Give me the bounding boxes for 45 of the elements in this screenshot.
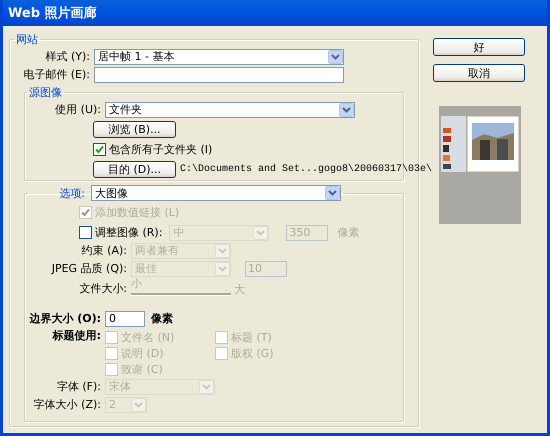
caret-icon xyxy=(325,186,340,200)
field-label: 边界大小 (O): xyxy=(28,311,102,326)
caret-icon xyxy=(253,226,268,240)
style-dropdown[interactable]: 居中帧 1 - 基本 xyxy=(94,48,344,64)
field-label: JPEG 品质 (Q): xyxy=(50,261,128,276)
browse-button[interactable]: 浏览 (B)... xyxy=(93,121,176,138)
group-title: 源图像 xyxy=(28,85,63,100)
path-text: C:\Documents and Set...gogo8\20060317\03e\ xyxy=(180,164,432,175)
checkbox-label: 包含所有子文件夹 (I) xyxy=(109,142,212,157)
ok-button[interactable]: 好 xyxy=(433,38,525,56)
field-label: 标题使用: xyxy=(51,328,102,343)
field-label: 文件大小: xyxy=(78,280,128,296)
caret-icon xyxy=(328,50,343,64)
unit-label: 像素 xyxy=(151,311,173,326)
destination-button[interactable]: 目的 (D)... xyxy=(93,161,176,178)
slider-label: 大 xyxy=(234,282,245,297)
caret-icon xyxy=(339,102,354,116)
checkbox[interactable] xyxy=(93,143,106,156)
window-title: Web 照片画廊 xyxy=(8,4,97,22)
input-field[interactable] xyxy=(94,66,344,82)
field-label: 选项: xyxy=(58,186,86,200)
field-label: 使用 (U): xyxy=(54,102,102,117)
checkbox-label: 文件名 (N) xyxy=(121,330,174,345)
options-dropdown[interactable]: 大图像 xyxy=(91,185,341,201)
input-field[interactable]: 0 xyxy=(105,310,145,326)
checkbox-label: 添加数值链接 (L) xyxy=(95,205,180,220)
checkbox-label: 标题 (T) xyxy=(231,330,272,345)
field-label: 样式 (Y): xyxy=(44,49,91,64)
slider-label: 小 xyxy=(131,276,142,291)
checkbox-label: 版权 (G) xyxy=(231,346,274,361)
field-label: 电子邮件 (E): xyxy=(22,67,91,82)
group-title: 网站 xyxy=(15,32,39,47)
caret-icon xyxy=(215,262,230,276)
field-label: 字体 (F): xyxy=(56,379,102,394)
source-dropdown[interactable]: 文件夹 xyxy=(105,102,355,118)
caret-icon xyxy=(199,380,214,394)
cancel-button[interactable]: 取消 xyxy=(433,64,525,82)
unit-label: 像素 xyxy=(337,225,360,240)
checkbox-label: 致谢 (C) xyxy=(121,362,163,377)
field-label: 约束 (A): xyxy=(80,243,128,258)
caret-icon xyxy=(131,398,146,412)
checkbox-label: 调整图像 (R): xyxy=(95,225,162,240)
caret-icon xyxy=(215,244,230,258)
checkbox-label: 说明 (D) xyxy=(121,346,164,361)
field-label: 字体大小 (Z): xyxy=(32,397,102,412)
